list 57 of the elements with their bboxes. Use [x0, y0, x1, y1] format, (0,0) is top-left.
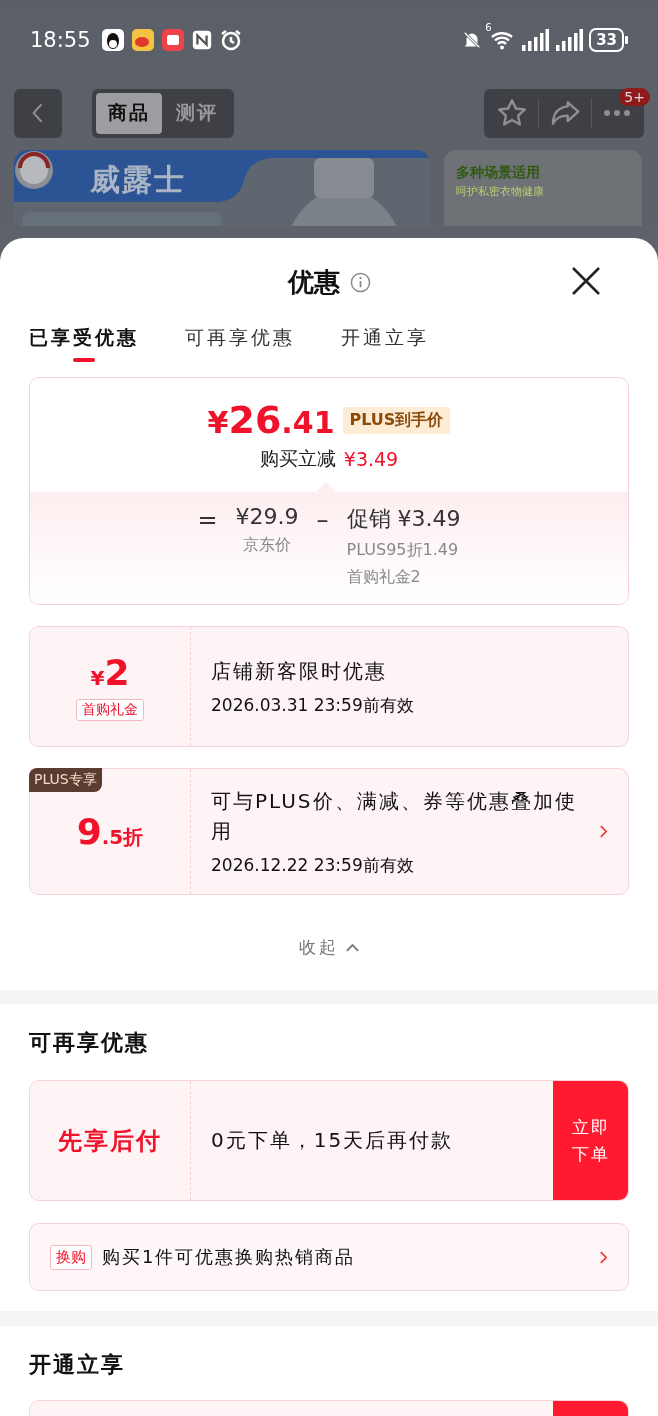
promo-title: 多种场景适用	[456, 164, 541, 182]
pay-later-text: 0元下单，15天后再付款	[211, 1127, 454, 1154]
coupon-validity: 2026.12.22 23:59前有效	[211, 854, 415, 877]
app-icon	[100, 28, 125, 52]
chevron-right-icon[interactable]	[599, 824, 608, 839]
notification-badge: 5+	[619, 88, 650, 106]
app-icon	[130, 28, 155, 52]
base-price: ¥29.9	[235, 504, 299, 529]
wifi-label: 6	[485, 22, 492, 33]
section-heading: 可再享优惠	[29, 1029, 150, 1057]
price-tag: PLUS到手价	[342, 406, 451, 434]
header-tab[interactable]: 测评	[164, 92, 230, 134]
close-icon	[571, 266, 601, 296]
info-icon[interactable]	[349, 271, 371, 293]
star-icon	[496, 97, 528, 129]
promo-detail: PLUS95折1.49	[346, 540, 460, 561]
chevron-right-icon	[599, 1249, 608, 1265]
promo-amount: 促销 ¥3.49	[346, 505, 461, 533]
promo-detail: 首购礼金2	[346, 567, 422, 588]
exchange-row[interactable]: 换购 购买1件可优惠换购热销商品	[29, 1223, 629, 1291]
minus-sign: –	[316, 505, 329, 536]
close-button[interactable]	[571, 266, 601, 296]
signal-icon	[555, 28, 584, 52]
pay-later-label: 先享后付	[58, 1125, 162, 1157]
logo-icon	[14, 150, 54, 190]
order-button[interactable]: 立即下单	[553, 1081, 628, 1200]
exchange-text: 购买1件可优惠换购热销商品	[102, 1245, 357, 1269]
collapse-button[interactable]: 收起	[292, 935, 366, 960]
back-icon	[31, 102, 45, 124]
clock-time: 18:55	[30, 28, 91, 52]
promo-subtitle: 呵护私密衣物健康	[456, 184, 545, 199]
discount-amount: ¥3.49	[343, 448, 399, 470]
signal-icon	[521, 28, 550, 52]
coupon-value: 9.5折	[76, 811, 144, 852]
coupon-value: ¥2	[90, 652, 130, 693]
sheet-title: 优惠	[287, 265, 340, 299]
section-heading: 开通立享	[29, 1351, 126, 1379]
back-button[interactable]	[14, 88, 62, 138]
more-icon	[602, 109, 632, 117]
coupon-title: 可与PLUS价、满减、券等优惠叠加使用	[211, 788, 578, 845]
coupon-title: 店铺新客限时优惠	[211, 658, 388, 685]
coupon-tag: 首购礼金	[76, 699, 144, 721]
plus-badge: PLUS专享	[29, 768, 102, 792]
final-price: ¥26.41	[207, 398, 335, 442]
offer-tab[interactable]: 已享受优惠	[29, 325, 139, 362]
discount-label: 购买立减	[259, 446, 336, 471]
base-price-label: 京东价	[243, 535, 292, 556]
header-tab[interactable]: 商品	[96, 92, 162, 134]
equals-sign: =	[197, 505, 218, 536]
offer-tab[interactable]: 可再享优惠	[185, 325, 295, 362]
chevron-up-icon	[344, 942, 360, 953]
coupon-validity: 2026.03.31 23:59前有效	[211, 694, 415, 717]
app-icon	[160, 28, 185, 52]
brand-name: 威露士	[90, 161, 186, 199]
offer-tab[interactable]: 开通立享	[341, 325, 429, 362]
nfc-icon	[190, 29, 213, 51]
exchange-tag: 换购	[50, 1244, 92, 1270]
